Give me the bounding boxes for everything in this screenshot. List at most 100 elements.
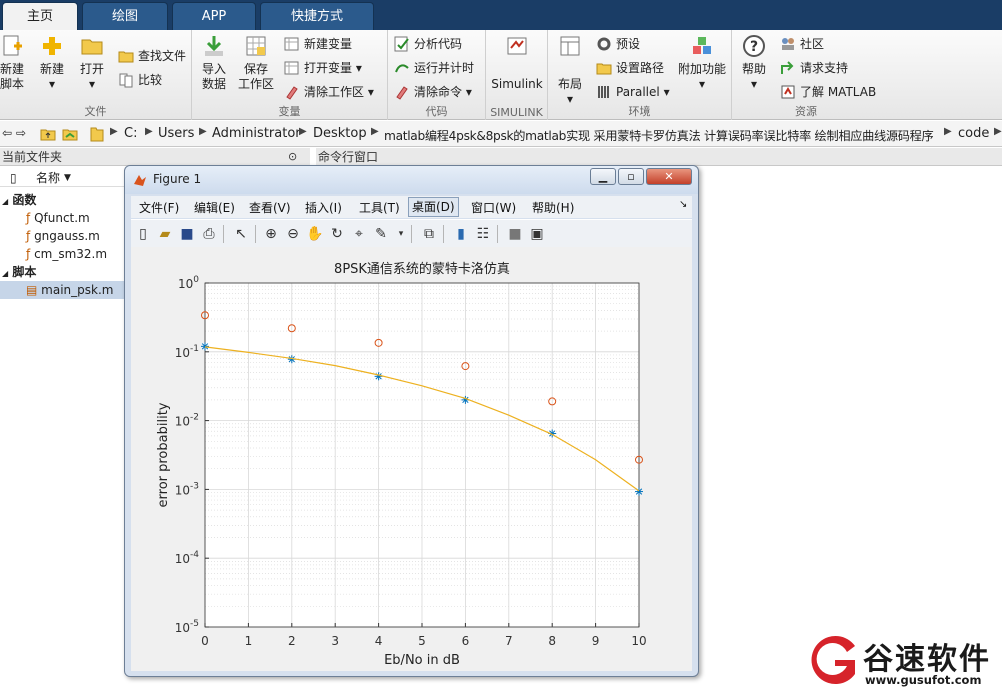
open-variable-icon [284, 61, 299, 75]
scripts-group[interactable]: ◢ 脚本 [2, 263, 36, 281]
zoom-out-icon[interactable]: ⊖ [283, 224, 303, 244]
pointer-icon[interactable]: ↖ [231, 224, 251, 244]
x-tick-label: 6 [462, 634, 470, 648]
tab-shortcuts[interactable]: 快捷方式 [260, 2, 374, 30]
variable-group: 导入 数据 保存 工作区 新建变量 打开变量 ▾ 清除工作区 ▾ 变量 [192, 30, 388, 120]
clear-workspace-button[interactable]: 清除工作区 ▾ [284, 82, 374, 102]
forward-arrow-icon[interactable]: ⇨ [16, 126, 26, 140]
file-item[interactable]: ƒ gngauss.m [26, 227, 100, 245]
clear-broom-icon [286, 86, 298, 100]
menu-tools[interactable]: 工具(T) [359, 199, 400, 216]
file-item-selected[interactable]: ▤ main_psk.m [0, 281, 124, 299]
browse-folder-icon[interactable] [62, 126, 78, 142]
x-tick-label: 4 [375, 634, 383, 648]
maximize-button[interactable]: ▫ [618, 168, 644, 185]
file-item[interactable]: ƒ cm_sm32.m [26, 245, 107, 263]
clear-commands-icon [396, 86, 408, 100]
figure-title-bar[interactable]: Figure 1 ▁ ▫ ✕ [125, 166, 698, 194]
request-support-button[interactable]: 请求支持 [780, 58, 848, 78]
name-column-header[interactable]: ▯ 名称 ▼ [0, 169, 124, 187]
pan-hand-icon[interactable]: ✋ [305, 224, 325, 244]
figure-toolbar: ▯ ▰ ■ ⎙ ↖ ⊕ ⊖ ✋ ↻ ⌖ ✎ ▾ ⧉ ▮ ☷ ■ ▣ [131, 219, 692, 247]
figure-title: Figure 1 [153, 172, 202, 186]
minimize-button[interactable]: ▁ [590, 168, 616, 185]
find-files-button[interactable]: 查找文件 [118, 46, 186, 66]
script-file-icon: ▤ [26, 283, 38, 297]
menu-view[interactable]: 查看(V) [249, 199, 291, 216]
path-crumb-users[interactable]: Users [158, 126, 194, 141]
file-item[interactable]: ƒ Qfunct.m [26, 209, 90, 227]
data-cursor-icon[interactable]: ⌖ [349, 224, 369, 244]
legend-icon[interactable]: ☷ [473, 224, 493, 244]
layout-button[interactable]: 布局 ▾ [550, 34, 590, 107]
open-variable-button[interactable]: 打开变量 ▾ [284, 58, 362, 78]
ribbon: 新建脚本 新建▾ 打开▾ 查找文件 比较 文件 导入数据 保存工作区 [0, 30, 1002, 120]
find-folder-icon [118, 51, 134, 63]
up-folder-icon[interactable] [40, 126, 56, 142]
menu-insert[interactable]: 插入(I) [305, 199, 342, 216]
path-crumb-project[interactable]: matlab编程4psk&8psk的matlab实现 采用蒙特卡罗仿真法 计算误… [384, 126, 934, 144]
menu-edit[interactable]: 编辑(E) [194, 199, 235, 216]
x-tick-label: 2 [288, 634, 296, 648]
community-button[interactable]: 社区 [780, 34, 824, 54]
dock-arrow-icon[interactable]: ↘ [679, 199, 687, 210]
m-file-icon: ƒ [26, 247, 31, 261]
preferences-button[interactable]: 预设 [596, 34, 640, 54]
x-axis-label: Eb/No in dB [384, 653, 460, 668]
path-crumb-drive[interactable]: C: [124, 126, 137, 141]
colorbar-icon[interactable]: ▮ [451, 224, 471, 244]
close-button[interactable]: ✕ [646, 168, 692, 185]
addons-cubes-icon [693, 37, 711, 54]
zoom-in-icon[interactable]: ⊕ [261, 224, 281, 244]
menu-file[interactable]: 文件(F) [139, 199, 179, 216]
hide-plot-tools-icon[interactable]: ■ [505, 224, 525, 244]
menu-window[interactable]: 窗口(W) [471, 199, 516, 216]
rotate-icon[interactable]: ↻ [327, 224, 347, 244]
pane-menu-icon[interactable]: ⊙ [288, 148, 297, 166]
figure-menu-bar: 文件(F) 编辑(E) 查看(V) 插入(I) 工具(T) 桌面(D) 窗口(W… [131, 196, 692, 218]
new-script-button[interactable]: 新建 脚本 [0, 34, 32, 92]
compare-button[interactable]: 比较 [118, 70, 162, 90]
menu-help[interactable]: 帮助(H) [532, 199, 574, 216]
run-and-time-button[interactable]: 运行并计时 [394, 58, 474, 78]
tab-home[interactable]: 主页 [2, 2, 78, 30]
addons-button[interactable]: 附加功能 ▾ [676, 34, 728, 92]
path-crumb-administrator[interactable]: Administrator [212, 126, 301, 141]
y-tick-label: 10-4 [175, 550, 200, 566]
functions-group[interactable]: ◢ 函数 [2, 191, 36, 209]
top-tab-bar: 主页 绘图 APP 快捷方式 [0, 0, 1002, 30]
path-crumb-code[interactable]: code [958, 126, 989, 141]
tab-apps[interactable]: APP [172, 2, 256, 30]
new-variable-button[interactable]: 新建变量 [284, 34, 352, 54]
new-figure-icon[interactable]: ▯ [133, 224, 153, 244]
y-tick-label: 10-2 [175, 413, 199, 429]
set-path-button[interactable]: 设置路径 [596, 58, 664, 78]
clear-commands-button[interactable]: 清除命令 ▾ [394, 82, 472, 102]
tab-plots[interactable]: 绘图 [82, 2, 168, 30]
open-button[interactable]: 打开 ▾ [72, 34, 112, 92]
figure-window: Figure 1 ▁ ▫ ✕ 文件(F) 编辑(E) 查看(V) 插入(I) 工… [124, 165, 699, 677]
help-button[interactable]: ? 帮助 ▾ [734, 34, 774, 92]
print-icon[interactable]: ⎙ [199, 224, 219, 244]
brush-icon[interactable]: ✎ [371, 224, 391, 244]
parallel-button[interactable]: Parallel ▾ [596, 82, 670, 102]
open-file-icon[interactable]: ▰ [155, 224, 175, 244]
brush-dropdown-icon[interactable]: ▾ [391, 224, 411, 244]
learn-matlab-button[interactable]: 了解 MATLAB [780, 82, 876, 102]
y-tick-exponent: -2 [190, 413, 199, 423]
show-plot-tools-icon[interactable]: ▣ [527, 224, 547, 244]
back-arrow-icon[interactable]: ⇦ [2, 126, 12, 140]
save-icon[interactable]: ■ [177, 224, 197, 244]
simulink-button[interactable]: Simulink [488, 34, 546, 92]
x-tick-label: 3 [331, 634, 339, 648]
path-crumb-desktop[interactable]: Desktop [313, 126, 367, 141]
new-button[interactable]: 新建 ▾ [32, 34, 72, 92]
analyze-code-button[interactable]: 分析代码 [394, 34, 462, 54]
save-workspace-button[interactable]: 保存 工作区 [236, 34, 276, 92]
x-tick-label: 10 [631, 634, 646, 648]
menu-desktop[interactable]: 桌面(D) [408, 197, 459, 217]
link-plot-icon[interactable]: ⧉ [419, 224, 439, 244]
code-group: 分析代码 运行并计时 清除命令 ▾ 代码 [388, 30, 486, 120]
new-script-icon [3, 35, 22, 56]
import-data-button[interactable]: 导入 数据 [194, 34, 234, 92]
